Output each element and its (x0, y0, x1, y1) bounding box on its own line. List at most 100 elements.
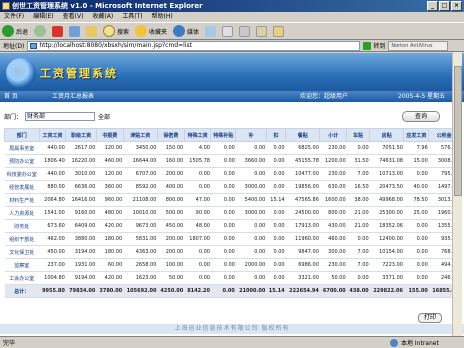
value-cell: 0.00 (266, 180, 286, 194)
stop-icon[interactable] (52, 25, 64, 37)
dept-cell: 经管发展处 (4, 180, 40, 194)
menu-view[interactable]: 查看(V) (63, 12, 84, 22)
value-cell: 0.00 (235, 219, 267, 233)
total-cell: 15.14 (266, 284, 286, 298)
value-cell: 0.00 (266, 232, 286, 246)
table-row[interactable]: 工会办公室 1004.80 9194.00 420.00 1623.00 50.00 0.0… (4, 271, 460, 285)
column-header: 职级工资 (65, 128, 97, 142)
value-cell: 462.00 (39, 232, 66, 246)
home-link[interactable]: 首 页 (4, 91, 18, 102)
folder-icon[interactable] (273, 25, 285, 37)
value-cell: 78.50 (403, 193, 429, 207)
value-cell: 6409.00 (65, 219, 97, 233)
mail-icon[interactable] (222, 25, 234, 37)
table-row[interactable]: 人力资源处 1541.00 9160.00 480.00 10010.00 500.00 9… (4, 206, 460, 220)
value-cell: 2064.80 (39, 193, 66, 207)
total-cell: 79834.00 (65, 284, 97, 298)
scrollbar-thumb[interactable] (454, 66, 462, 196)
go-label: 转到 (373, 43, 386, 50)
welcome-user: 欢迎您：超级用户 (300, 93, 349, 100)
value-cell: 6825.00 (285, 141, 320, 155)
value-cell: 0.00 (210, 258, 236, 272)
value-cell: 2617.00 (65, 141, 97, 155)
menu-favorites[interactable]: 收藏(A) (92, 12, 113, 22)
maximize-button[interactable]: □ (439, 1, 450, 11)
table-row[interactable]: 预防办公室 1806.40 16220.00 460.00 16644.00 160.00… (4, 154, 460, 168)
table-row[interactable]: 组织干部处 462.00 3880.00 180.00 5831.00 200.00 180… (4, 232, 460, 246)
menu-edit[interactable]: 编辑(E) (33, 12, 53, 22)
minimize-button[interactable]: _ (427, 1, 438, 11)
menu-help[interactable]: 帮助(H) (152, 12, 173, 22)
address-input[interactable]: http://localhost:8080/xbsxh/sim/main.jsp… (27, 40, 361, 51)
table-row[interactable]: 文化保卫处 450.00 3194.00 180.00 4363.00 200.00 0.0… (4, 245, 460, 259)
value-cell: 0.00 (403, 271, 429, 285)
value-cell: 0.00 (235, 232, 267, 246)
value-cell: 11960.00 (285, 232, 320, 246)
value-cell: 0.00 (266, 206, 286, 220)
total-cell: 6700.00 (319, 284, 347, 298)
value-cell: 50.00 (319, 271, 347, 285)
print-icon[interactable] (239, 25, 251, 37)
print-button[interactable]: 打印 (418, 313, 442, 323)
table-row[interactable]: 财务处 673.60 6409.00 420.00 9673.00 450.00 48.00… (4, 219, 460, 233)
norton-antivirus-toolbar[interactable]: Norton AntiVirus (388, 40, 449, 51)
value-cell: 4363.00 (123, 245, 158, 259)
menu-tools[interactable]: 工具(T) (122, 12, 142, 22)
value-cell: 10010.00 (123, 206, 158, 220)
value-cell: 1806.40 (39, 154, 66, 168)
value-cell: 0.00 (346, 141, 370, 155)
value-cell: 0.00 (235, 141, 267, 155)
value-cell: 47565.86 (285, 193, 320, 207)
value-cell: 0.00 (403, 232, 429, 246)
value-cell: 420.00 (96, 219, 124, 233)
value-cell: 60.00 (96, 258, 124, 272)
search-button[interactable]: 搜索 (103, 25, 129, 37)
table-row[interactable]: 局属事务室 440.00 2617.00 120.00 3450.00 150.00 4.0… (4, 141, 460, 155)
dept-input[interactable]: 财务部 (25, 112, 96, 121)
value-cell: 0.00 (266, 245, 286, 259)
back-button[interactable]: 后退 (2, 25, 28, 37)
table-row[interactable]: 材料生产处 2064.80 16416.00 960.00 21108.00 800.00… (4, 193, 460, 207)
total-label: 总计： (4, 284, 40, 298)
browser-toolbar: 后退 搜索 收藏夹 媒体 (0, 22, 464, 40)
favorites-button[interactable]: 收藏夹 (135, 25, 167, 37)
total-cell: 438.00 (346, 284, 370, 298)
value-cell: 2658.00 (123, 258, 158, 272)
vertical-scrollbar[interactable] (452, 52, 462, 336)
edit-icon[interactable] (256, 25, 268, 37)
table-row[interactable]: 监察室 237.00 1931.00 60.00 2658.00 100.00 0.00 0.… (4, 258, 460, 272)
refresh-icon[interactable] (69, 25, 81, 37)
close-button[interactable]: × (451, 1, 462, 11)
table-row[interactable]: 经管发展处 880.00 6636.00 360.00 8592.00 400.00 0.0… (4, 180, 460, 194)
query-button[interactable]: 查询 (402, 111, 440, 122)
total-cell: 4250.00 (157, 284, 185, 298)
home-icon[interactable] (86, 25, 98, 37)
history-icon[interactable] (205, 25, 217, 37)
column-header: 餐贴 (285, 128, 321, 142)
total-cell: 105692.00 (123, 284, 158, 298)
value-cell: 300.00 (319, 245, 347, 259)
table-row[interactable]: 科技委办公室 440.00 3010.00 120.00 6707.00 200.00 0.… (4, 167, 460, 181)
table-body: 局属事务室 440.00 2617.00 120.00 3450.00 150.00 4.0… (4, 141, 460, 298)
value-cell: 3371.00 (369, 271, 404, 285)
value-cell: 0.00 (210, 180, 236, 194)
value-cell: 430.00 (319, 219, 347, 233)
forward-arrow-icon[interactable] (34, 25, 47, 37)
menu-file[interactable]: 文件(F) (4, 12, 24, 22)
value-cell: 74631.08 (369, 154, 404, 168)
value-cell: 10154.00 (369, 245, 404, 259)
address-bar: 地址(D) http://localhost:8080/xbsxh/sim/ma… (0, 40, 464, 52)
status-text: 完毕 (3, 340, 16, 347)
address-label: 地址(D) (3, 43, 25, 50)
value-cell: 0.00 (210, 167, 236, 181)
value-cell: 16416.00 (65, 193, 97, 207)
value-cell: 1600.00 (319, 193, 347, 207)
value-cell: 12400.00 (369, 232, 404, 246)
table-header-row: 部门 工资工资 职级工资 书报费 津贴工资 保密费 特殊工资 特殊补贴补扣餐贴 小计 车贴 房贴 应发… (4, 128, 460, 142)
value-cell: 38.00 (346, 193, 370, 207)
value-cell: 0.00 (346, 232, 370, 246)
media-button[interactable]: 媒体 (173, 25, 199, 37)
value-cell: 8592.00 (123, 180, 158, 194)
go-button[interactable]: 转到 (363, 41, 385, 50)
value-cell: 120.00 (96, 167, 124, 181)
